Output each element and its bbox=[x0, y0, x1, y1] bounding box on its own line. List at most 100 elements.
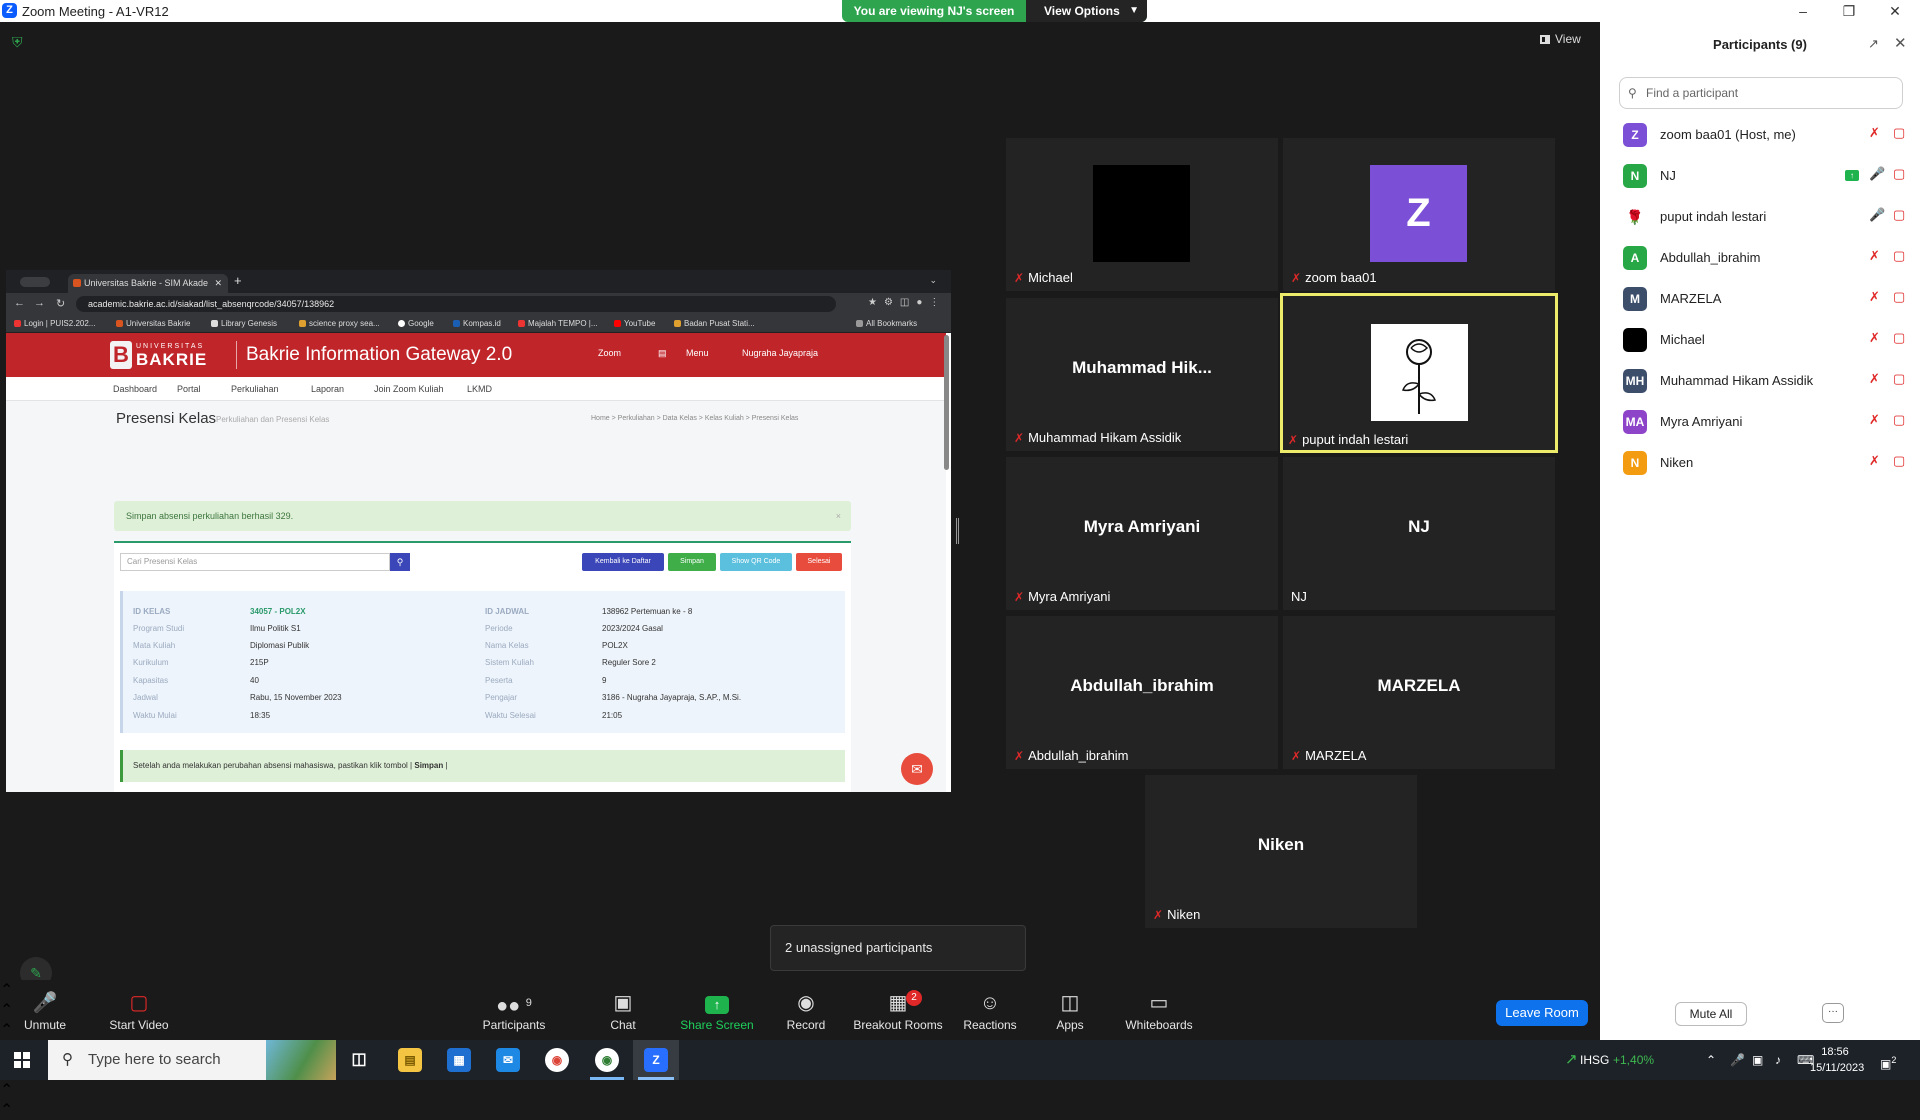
video-tile[interactable]: Muhammad Hik... ✗ Muhammad Hikam Assidik bbox=[1006, 298, 1278, 451]
windows-start-icon[interactable] bbox=[14, 1052, 31, 1069]
minimize-button[interactable]: – bbox=[1780, 0, 1826, 22]
shield-icon[interactable]: ⛨ bbox=[12, 34, 26, 50]
video-tile[interactable]: MARZELA ✗ MARZELA bbox=[1283, 616, 1555, 769]
participant-row[interactable]: A Abdullah_ibrahim ✗ ▢ bbox=[1600, 238, 1920, 279]
new-tab-icon[interactable]: + bbox=[234, 273, 242, 288]
nav-join-zoom[interactable]: Join Zoom Kuliah bbox=[374, 384, 444, 394]
close-alert-icon[interactable]: × bbox=[836, 501, 841, 531]
bookmark-item[interactable]: Majalah TEMPO |... bbox=[518, 315, 598, 333]
chevron-up-icon[interactable]: ⌃ bbox=[1706, 1040, 1716, 1080]
whiteboards-options-caret[interactable]: ⌃ bbox=[0, 1100, 1600, 1120]
participant-row[interactable]: 🌹 puput indah lestari 🎤 ▢ bbox=[1600, 197, 1920, 238]
finish-button[interactable]: Selesai bbox=[796, 553, 842, 571]
header-link-menu[interactable]: Menu bbox=[686, 348, 709, 358]
split-drag-handle[interactable] bbox=[956, 518, 959, 544]
all-bookmarks[interactable]: All Bookmarks bbox=[856, 315, 917, 333]
show-qr-button[interactable]: Show QR Code bbox=[720, 553, 792, 571]
restore-button[interactable]: ❐ bbox=[1826, 0, 1872, 22]
mail-icon[interactable]: ✉ bbox=[496, 1048, 520, 1072]
more-options-button[interactable]: ··· bbox=[1822, 1003, 1844, 1023]
find-participant-input[interactable]: ⚲ Find a participant bbox=[1619, 77, 1903, 109]
bookmark-item[interactable]: Login | PUIS2.202... bbox=[14, 315, 95, 333]
mic-tray-icon[interactable]: 🎤 bbox=[1730, 1040, 1745, 1080]
bookmark-item[interactable]: Library Genesis bbox=[211, 315, 277, 333]
notification-icon[interactable]: ▣2 bbox=[1880, 1040, 1896, 1080]
record-button[interactable]: ◉ Record bbox=[778, 980, 834, 1040]
network-icon[interactable]: ▣ bbox=[1752, 1040, 1763, 1080]
participant-row[interactable]: M MARZELA ✗ ▢ bbox=[1600, 279, 1920, 320]
apps-options-caret[interactable]: ⌃ bbox=[0, 1080, 1600, 1100]
shared-screen[interactable]: Universitas Bakrie - SIM Akade ✕ + ⌄ ← →… bbox=[6, 270, 951, 792]
header-link-zoom[interactable]: Zoom bbox=[598, 348, 621, 358]
nav-dashboard[interactable]: Dashboard bbox=[113, 384, 157, 394]
participant-row[interactable]: Z zoom baa01 (Host, me) ✗ ▢ bbox=[1600, 115, 1920, 156]
pop-out-icon[interactable]: ↗ bbox=[1868, 36, 1879, 52]
taskbar-clock[interactable]: 18:56 15/11/2023 bbox=[1810, 1044, 1864, 1076]
view-options-button[interactable]: View Options ▼ bbox=[1026, 0, 1147, 22]
leave-room-button[interactable]: Leave Room bbox=[1496, 1000, 1588, 1026]
task-view-icon[interactable]: ◫ bbox=[347, 1048, 371, 1072]
close-window-button[interactable]: ✕ bbox=[1872, 0, 1918, 22]
stock-name[interactable]: IHSG bbox=[1580, 1040, 1609, 1080]
save-button[interactable]: Simpan bbox=[668, 553, 716, 571]
video-tile[interactable]: Abdullah_ibrahim ✗ Abdullah_ibrahim bbox=[1006, 616, 1278, 769]
back-to-list-button[interactable]: Kembali ke Daftar bbox=[582, 553, 664, 571]
participant-row[interactable]: MA Myra Amriyani ✗ ▢ bbox=[1600, 402, 1920, 443]
browser-tools-icons[interactable]: ★⚙◫●⋮ bbox=[868, 297, 946, 308]
apps-button[interactable]: ◫ Apps bbox=[1050, 980, 1090, 1040]
search-icon[interactable]: ⚲ bbox=[390, 553, 410, 571]
bookmark-item[interactable]: Kompas.id bbox=[453, 315, 501, 333]
browser-tab[interactable]: Universitas Bakrie - SIM Akade ✕ bbox=[68, 274, 228, 293]
nav-laporan[interactable]: Laporan bbox=[311, 384, 344, 394]
view-button[interactable]: View bbox=[1540, 32, 1581, 46]
volume-icon[interactable]: ♪ bbox=[1775, 1040, 1781, 1080]
video-tile[interactable]: Myra Amriyani ✗ Myra Amriyani bbox=[1006, 457, 1278, 610]
participant-row[interactable]: N Niken ✗ ▢ bbox=[1600, 443, 1920, 484]
taskbar-search-input[interactable]: ⚲ Type here to search bbox=[48, 1040, 336, 1080]
back-icon[interactable]: ← bbox=[14, 297, 25, 309]
tab-group-pill[interactable] bbox=[20, 277, 50, 287]
chat-button[interactable]: ▣ Chat bbox=[598, 980, 648, 1040]
start-video-button[interactable]: ▢ Start Video bbox=[100, 980, 178, 1040]
page-scrollbar[interactable] bbox=[944, 335, 949, 470]
nav-perkuliahan[interactable]: Perkuliahan bbox=[231, 384, 279, 394]
close-tab-icon[interactable]: ✕ bbox=[214, 274, 222, 293]
nav-portal[interactable]: Portal bbox=[177, 384, 201, 394]
breakout-rooms-button[interactable]: ▦ 2 Breakout Rooms bbox=[852, 980, 944, 1040]
store-icon[interactable]: ▦ bbox=[447, 1048, 471, 1072]
video-tile[interactable]: Niken ✗ Niken bbox=[1145, 775, 1417, 928]
chrome-icon[interactable]: ◉ bbox=[545, 1048, 569, 1072]
video-tile[interactable]: Z ✗ zoom baa01 bbox=[1283, 138, 1555, 291]
chrome-profile-icon[interactable]: ◉ bbox=[595, 1048, 619, 1072]
mute-all-button[interactable]: Mute All bbox=[1675, 1002, 1747, 1026]
forward-icon[interactable]: → bbox=[34, 297, 45, 309]
video-tile-active-speaker[interactable]: ✗ puput indah lestari bbox=[1280, 293, 1558, 453]
participant-row[interactable]: MH Muhammad Hikam Assidik ✗ ▢ bbox=[1600, 361, 1920, 402]
video-tile[interactable]: NJ NJ bbox=[1283, 457, 1555, 610]
bookmark-item[interactable]: YouTube bbox=[614, 315, 655, 333]
unassigned-participants-tooltip[interactable]: 2 unassigned participants bbox=[770, 925, 1026, 971]
whiteboards-button[interactable]: ▭ Whiteboards bbox=[1122, 980, 1196, 1040]
url-field[interactable]: academic.bakrie.ac.id/siakad/list_absenq… bbox=[76, 296, 836, 312]
header-link-user[interactable]: Nugraha Jayapraja bbox=[742, 348, 818, 358]
reload-icon[interactable]: ↻ bbox=[56, 297, 65, 310]
search-presensi-input[interactable]: Cari Presensi Kelas bbox=[120, 553, 390, 571]
document-icon[interactable]: ▤ bbox=[658, 348, 667, 359]
participant-row[interactable]: N NJ ↑ 🎤 ▢ bbox=[1600, 156, 1920, 197]
reactions-button[interactable]: ☺ Reactions bbox=[960, 980, 1020, 1040]
nav-lkmd[interactable]: LKMD bbox=[467, 384, 492, 394]
bookmark-item[interactable]: Universitas Bakrie bbox=[116, 315, 190, 333]
participant-row[interactable]: Michael ✗ ▢ bbox=[1600, 320, 1920, 361]
video-tile[interactable]: ✗ Michael bbox=[1006, 138, 1278, 291]
stock-change[interactable]: +1,40% bbox=[1613, 1040, 1654, 1080]
bookmark-item[interactable]: Badan Pusat Stati... bbox=[674, 315, 755, 333]
bookmark-item[interactable]: Google bbox=[398, 315, 434, 333]
close-icon[interactable]: ✕ bbox=[1894, 34, 1907, 52]
unmute-button[interactable]: 🎤 Unmute bbox=[15, 980, 75, 1040]
bookmark-item[interactable]: science proxy sea... bbox=[299, 315, 380, 333]
chat-bubble-icon[interactable]: ✉ bbox=[901, 753, 933, 785]
share-screen-button[interactable]: ↑ Share Screen bbox=[676, 980, 758, 1040]
participants-button[interactable]: ●● 9 Participants bbox=[475, 980, 553, 1040]
tab-search-icon[interactable]: ⌄ bbox=[929, 275, 937, 286]
file-explorer-icon[interactable]: ▤ bbox=[398, 1048, 422, 1072]
